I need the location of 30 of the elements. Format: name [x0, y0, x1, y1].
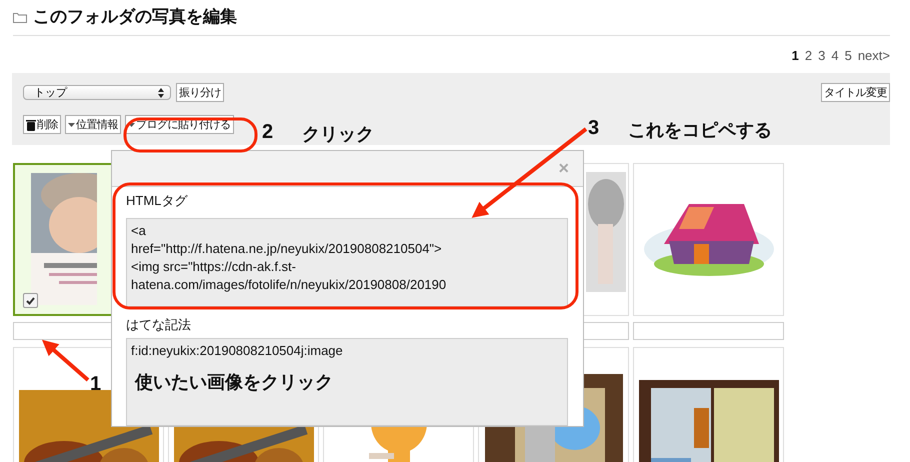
page-link[interactable]: next> — [858, 48, 890, 64]
annotation-text: これをコピペする — [628, 119, 772, 142]
step-number: 1 — [90, 373, 102, 396]
checkbox[interactable] — [23, 293, 38, 308]
sort-button[interactable]: 振り分け — [176, 83, 224, 102]
page-link[interactable]: 1 — [792, 48, 799, 64]
folder-select[interactable]: トップ — [23, 85, 171, 100]
menu-button[interactable]: 位置情報 — [65, 115, 121, 134]
annotation-arrow — [42, 340, 90, 382]
step-number: 3 — [588, 117, 600, 140]
step-number: 2 — [262, 121, 274, 144]
caret-icon — [68, 122, 75, 126]
delete-button[interactable]: 削除 — [23, 115, 61, 134]
annotation-text: 使いたい画像をクリック — [135, 371, 333, 394]
page-link[interactable]: 3 — [818, 48, 826, 64]
html-code-field[interactable]: <a href="http://f.hatena.ne.jp/neyukix/20190808210504"> <img src="https://cdn-ak.f.st- hatena.com/images/fotolife/n/neyukix/20190808/20190 — [126, 218, 568, 307]
page-link[interactable]: 2 — [804, 48, 812, 64]
field-label: HTMLタグ — [126, 192, 189, 209]
folder-icon — [13, 12, 27, 22]
page-link[interactable]: 4 — [831, 48, 839, 64]
caret-icon — [128, 122, 135, 126]
field-label: はてな記法 — [126, 316, 192, 333]
title-field[interactable] — [633, 322, 784, 340]
trash-icon — [26, 118, 36, 130]
check-icon — [26, 296, 35, 304]
rename-button[interactable]: タイトル変更 — [821, 83, 890, 102]
updown-icon — [158, 88, 164, 98]
annotation-text: クリック — [302, 123, 374, 146]
page-title: このフォルダの写真を編集 — [33, 6, 237, 28]
page-link[interactable]: 5 — [844, 48, 852, 64]
